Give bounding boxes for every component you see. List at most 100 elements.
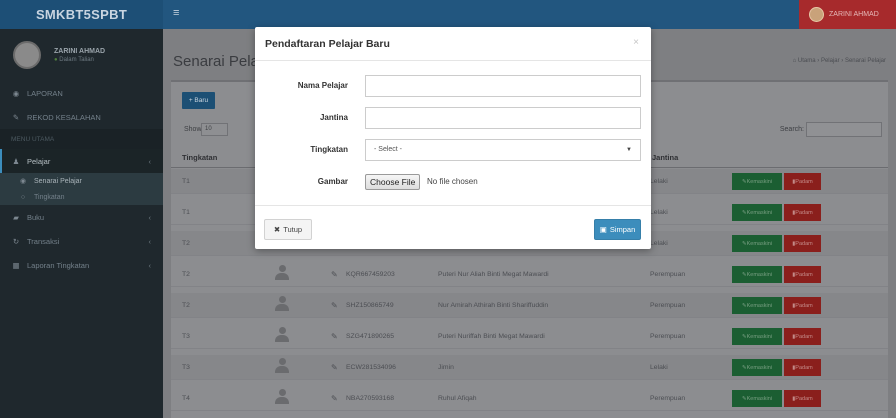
- edit-row-button[interactable]: ✎ Kemaskini: [732, 173, 782, 190]
- cell-nama: Jimin: [438, 364, 454, 371]
- delete-row-label: Padam: [795, 209, 813, 216]
- edit-icon[interactable]: ✎: [331, 301, 338, 310]
- edit-row-button[interactable]: ✎ Kemaskini: [732, 359, 782, 376]
- user-panel: ZARINI AHMAD Dalam Talian: [0, 29, 163, 81]
- delete-row-button[interactable]: ▮ Padam: [784, 297, 821, 314]
- chevron-left-icon: ‹: [148, 156, 152, 166]
- sidebar-subitem-tingkatan[interactable]: ○ Tingkatan: [0, 189, 163, 205]
- register-student-modal: Pendaftaran Pelajar Baru × Nama Pelajar …: [255, 27, 651, 249]
- breadcrumb-pelajar[interactable]: Pelajar: [821, 58, 840, 64]
- student-photo: [275, 389, 289, 408]
- book-icon: ▰: [13, 212, 19, 222]
- cell-jantina: Lelaki: [650, 364, 668, 371]
- cell-tingkatan: T2: [182, 240, 190, 247]
- cell-nama: Nur Amirah Athirah Binti Shariffuddin: [438, 302, 549, 309]
- table-row: T3 ✎ SZG471890265 Puteri Nuriffah Binti Meg…: [171, 324, 888, 349]
- times-icon: ✖: [273, 225, 281, 234]
- edit-row-label: Kemaskini: [746, 364, 772, 371]
- delete-row-button[interactable]: ▮ Padam: [784, 359, 821, 376]
- sidebar-item-label: Pelajar: [27, 156, 51, 166]
- cell-jantina: Lelaki: [650, 178, 668, 185]
- cell-jantina: Perempuan: [650, 302, 686, 309]
- breadcrumb-home[interactable]: Utama: [798, 58, 816, 64]
- edit-row-button[interactable]: ✎ Kemaskini: [732, 390, 782, 407]
- delete-row-button[interactable]: ▮ Padam: [784, 235, 821, 252]
- cell-jantina: Perempuan: [650, 395, 686, 402]
- sidebar-item-pelajar[interactable]: ♟ Pelajar ‹: [0, 149, 163, 173]
- sidebar-user-name: ZARINI AHMAD: [54, 47, 106, 55]
- edit-icon[interactable]: ✎: [331, 363, 338, 372]
- close-button[interactable]: ✖ Tutup: [264, 219, 312, 240]
- cell-nama: Ruhul Afiqah: [438, 395, 477, 402]
- avatar: [13, 41, 41, 69]
- edit-row-button[interactable]: ✎ Kemaskini: [732, 266, 782, 283]
- search-input[interactable]: [806, 122, 882, 137]
- add-student-button[interactable]: + Baru: [182, 92, 215, 109]
- dashboard-icon: ◉: [12, 88, 20, 98]
- sidebar-item-laporan[interactable]: ◉ LAPORAN: [0, 81, 163, 105]
- report-icon: ▦: [12, 260, 20, 270]
- sidebar-subitem-senarai-pelajar[interactable]: ◉ Senarai Pelajar: [0, 173, 163, 189]
- show-entries-select[interactable]: 10: [201, 123, 228, 136]
- edit-row-label: Kemaskini: [746, 302, 772, 309]
- delete-row-label: Padam: [795, 178, 813, 185]
- form-row-jantina: Jantina: [255, 107, 651, 129]
- student-photo: [275, 327, 289, 346]
- gambar-label: Gambar: [317, 177, 348, 186]
- delete-row-button[interactable]: ▮ Padam: [784, 328, 821, 345]
- cell-tingkatan: T2: [182, 302, 190, 309]
- sidebar-item-label: REKOD KESALAHAN: [27, 112, 101, 122]
- close-icon[interactable]: ×: [633, 37, 639, 48]
- close-button-label: Tutup: [283, 225, 303, 234]
- sidebar-item-label: LAPORAN: [27, 88, 63, 98]
- app-root: SMKBT5SPBT ≡ ZARINI AHMAD ZARINI AHMAD D…: [0, 0, 896, 418]
- jantina-input[interactable]: [365, 107, 641, 129]
- edit-icon: ✎: [12, 112, 20, 122]
- delete-row-label: Padam: [795, 271, 813, 278]
- sidebar-user-status: Dalam Talian: [54, 57, 105, 63]
- delete-row-label: Padam: [795, 395, 813, 402]
- column-header-tingkatan[interactable]: Tingkatan: [182, 153, 217, 162]
- sidebar-item-transaksi[interactable]: ↻ Transaksi ‹: [0, 229, 163, 253]
- cell-ic: KQR667459203: [346, 271, 395, 278]
- user-menu[interactable]: ZARINI AHMAD: [799, 0, 896, 29]
- edit-row-button[interactable]: ✎ Kemaskini: [732, 235, 782, 252]
- edit-row-label: Kemaskini: [746, 209, 772, 216]
- tingkatan-select[interactable]: - Select - ▼: [365, 139, 641, 161]
- edit-icon[interactable]: ✎: [331, 270, 338, 279]
- sidebar-item-laporan-tingkatan[interactable]: ▦ Laporan Tingkatan ‹: [0, 253, 163, 277]
- save-button[interactable]: ▣ Simpan: [594, 219, 641, 240]
- table-row: T3 ✎ ECW281534096 Jimin Lelaki ✎ Kemaskini ▮ P…: [171, 355, 888, 380]
- student-photo: [275, 265, 289, 284]
- cell-nama: Puteri Nuriffah Binti Megat Mawardi: [438, 333, 545, 340]
- column-header-jantina[interactable]: Jantina: [652, 153, 678, 162]
- edit-row-label: Kemaskini: [746, 240, 772, 247]
- caret-down-icon: ▼: [626, 147, 632, 153]
- cell-ic: SHZ150865749: [346, 302, 394, 309]
- app-logo[interactable]: SMKBT5SPBT: [0, 0, 163, 29]
- choose-file-button[interactable]: Choose File: [365, 174, 421, 190]
- edit-row-button[interactable]: ✎ Kemaskini: [732, 204, 782, 221]
- avatar: [809, 7, 824, 22]
- delete-row-label: Padam: [795, 364, 813, 371]
- delete-row-button[interactable]: ▮ Padam: [784, 204, 821, 221]
- sidebar-item-label: Senarai Pelajar: [34, 177, 82, 185]
- edit-row-button[interactable]: ✎ Kemaskini: [732, 297, 782, 314]
- nama-pelajar-input[interactable]: [365, 75, 641, 97]
- delete-row-button[interactable]: ▮ Padam: [784, 266, 821, 283]
- sidebar-menu: ◉ LAPORAN ✎ REKOD KESALAHAN MENU UTAMA ♟ Pe…: [0, 81, 163, 277]
- sidebar-item-rekod-kesalahan[interactable]: ✎ REKOD KESALAHAN: [0, 105, 163, 129]
- delete-row-button[interactable]: ▮ Padam: [784, 173, 821, 190]
- delete-row-label: Padam: [795, 240, 813, 247]
- edit-icon[interactable]: ✎: [331, 332, 338, 341]
- sidebar-toggle-icon[interactable]: ≡: [173, 8, 179, 19]
- sidebar-item-buku[interactable]: ▰ Buku ‹: [0, 205, 163, 229]
- edit-icon[interactable]: ✎: [331, 394, 338, 403]
- users-icon: ♟: [12, 156, 20, 166]
- delete-row-button[interactable]: ▮ Padam: [784, 390, 821, 407]
- edit-row-label: Kemaskini: [746, 333, 772, 340]
- edit-row-button[interactable]: ✎ Kemaskini: [732, 328, 782, 345]
- refresh-icon: ↻: [12, 236, 20, 246]
- cell-ic: SZG471890265: [346, 333, 394, 340]
- form-row-tingkatan: Tingkatan - Select - ▼: [255, 139, 651, 161]
